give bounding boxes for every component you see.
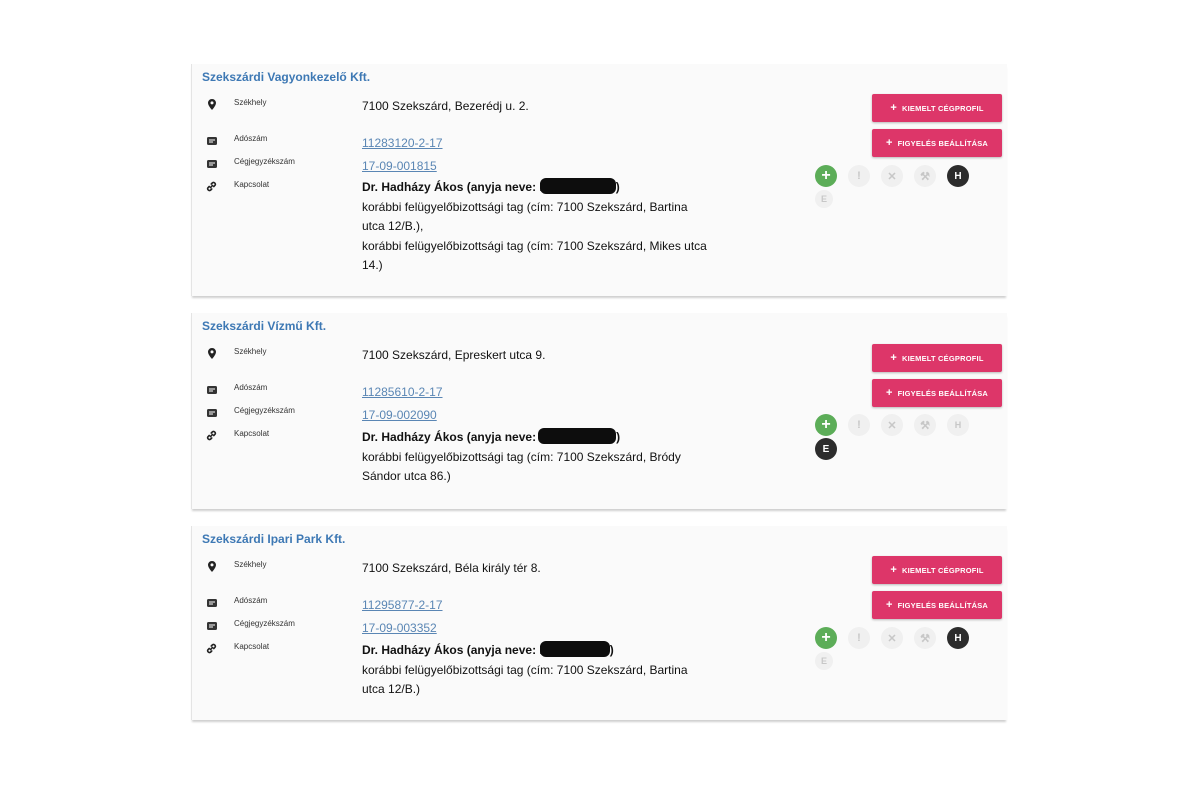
company-name-link[interactable]: Szekszárdi Vízmű Kft.: [202, 319, 326, 333]
id-card-icon: [206, 407, 217, 418]
hammer-icon[interactable]: ⚒: [914, 627, 936, 649]
link-icon: [206, 181, 217, 192]
id-card-icon: [206, 135, 217, 146]
exclamation-icon[interactable]: !: [848, 414, 870, 436]
tax-label: Adószám: [234, 134, 268, 143]
connection-text: Dr. Hadházy Ákos (anyja neve:) korábbi f…: [362, 428, 762, 487]
redaction-block: [539, 178, 616, 194]
close-icon[interactable]: ✕: [881, 627, 903, 649]
seat-value: 7100 Szekszárd, Béla király tér 8.: [362, 561, 541, 575]
id-card-icon: [206, 597, 217, 608]
exclamation-icon[interactable]: !: [848, 165, 870, 187]
reg-label: Cégjegyzékszám: [234, 406, 295, 415]
featured-profile-button[interactable]: + KIEMELT CÉGPROFIL: [872, 344, 1002, 372]
company-card: Szekszárdi Vagyonkezelő Kft. Székhely 71…: [191, 64, 1007, 296]
tax-number-link[interactable]: 11283120-2-17: [362, 136, 443, 150]
role-line: utca 12/B.),: [362, 219, 424, 233]
link-icon: [206, 430, 217, 441]
reg-number-link[interactable]: 17-09-001815: [362, 159, 437, 173]
add-icon[interactable]: +: [815, 414, 837, 436]
e-badge-icon[interactable]: E: [815, 652, 833, 670]
reg-number-link[interactable]: 17-09-002090: [362, 408, 437, 422]
set-watch-button[interactable]: + FIGYELÉS BEÁLLÍTÁSA: [872, 591, 1002, 619]
id-card-icon: [206, 384, 217, 395]
hammer-icon[interactable]: ⚒: [914, 414, 936, 436]
plus-icon: +: [890, 352, 898, 364]
h-badge-icon[interactable]: H: [947, 627, 969, 649]
seat-label: Székhely: [234, 560, 267, 569]
role-line: korábbi felügyelőbizottsági tag (cím: 71…: [362, 199, 688, 214]
plus-icon: +: [890, 102, 898, 114]
plus-icon: +: [885, 599, 893, 611]
hammer-icon[interactable]: ⚒: [914, 165, 936, 187]
connection-text: Dr. Hadházy Ákos (anyja neve: I) korábbi…: [362, 178, 762, 276]
h-badge-icon[interactable]: H: [947, 414, 969, 436]
map-pin-icon: [206, 348, 217, 359]
tax-number-link[interactable]: 11295877-2-17: [362, 598, 443, 612]
tax-number-link[interactable]: 11285610-2-17: [362, 385, 443, 399]
redaction-block: [538, 428, 617, 444]
seat-value: 7100 Szekszárd, Bezerédj u. 2.: [362, 99, 529, 113]
set-watch-button[interactable]: + FIGYELÉS BEÁLLÍTÁSA: [872, 129, 1002, 157]
id-card-icon: [206, 620, 217, 631]
e-badge-icon[interactable]: E: [815, 190, 833, 208]
role-line: utca 12/B.): [362, 682, 421, 696]
role-line: Sándor utca 86.): [362, 469, 451, 483]
role-line: korábbi felügyelőbizottsági tag (cím: 71…: [362, 238, 707, 253]
company-name-link[interactable]: Szekszárdi Ipari Park Kft.: [202, 532, 345, 546]
seat-label: Székhely: [234, 347, 267, 356]
person-name: Dr. Hadházy Ákos (anyja neve: I: [362, 180, 543, 194]
connection-label: Kapcsolat: [234, 180, 270, 189]
reg-number-link[interactable]: 17-09-003352: [362, 621, 437, 635]
set-watch-button[interactable]: + FIGYELÉS BEÁLLÍTÁSA: [872, 379, 1002, 407]
featured-profile-button[interactable]: + KIEMELT CÉGPROFIL: [872, 556, 1002, 584]
role-line: korábbi felügyelőbizottsági tag (cím: 71…: [362, 662, 688, 677]
h-badge-icon[interactable]: H: [947, 165, 969, 187]
plus-icon: +: [885, 387, 893, 399]
close-icon[interactable]: ✕: [881, 165, 903, 187]
plus-icon: +: [890, 564, 898, 576]
e-badge-icon[interactable]: E: [815, 438, 837, 460]
tax-label: Adószám: [234, 383, 268, 392]
role-line: korábbi felügyelőbizottsági tag (cím: 71…: [362, 449, 681, 464]
company-name-link[interactable]: Szekszárdi Vagyonkezelő Kft.: [202, 70, 370, 84]
person-name: Dr. Hadházy Ákos (anyja neve:: [362, 430, 537, 444]
connection-label: Kapcsolat: [234, 429, 270, 438]
map-pin-icon: [206, 99, 217, 110]
plus-icon: +: [885, 137, 893, 149]
featured-profile-button[interactable]: + KIEMELT CÉGPROFIL: [872, 94, 1002, 122]
company-card: Szekszárdi Ipari Park Kft. Székhely 7100…: [191, 526, 1007, 720]
link-icon: [206, 643, 217, 654]
reg-label: Cégjegyzékszám: [234, 157, 295, 166]
add-icon[interactable]: +: [815, 165, 837, 187]
company-card: Szekszárdi Vízmű Kft. Székhely 7100 Szek…: [191, 313, 1007, 509]
seat-value: 7100 Szekszárd, Epreskert utca 9.: [362, 348, 546, 362]
close-icon[interactable]: ✕: [881, 414, 903, 436]
redaction-block: [539, 641, 610, 657]
map-pin-icon: [206, 561, 217, 572]
add-icon[interactable]: +: [815, 627, 837, 649]
seat-label: Székhely: [234, 98, 267, 107]
connection-label: Kapcsolat: [234, 642, 270, 651]
id-card-icon: [206, 158, 217, 169]
tax-label: Adószám: [234, 596, 268, 605]
connection-text: Dr. Hadházy Ákos (anyja neve: I) korábbi…: [362, 641, 762, 700]
role-line: 14.): [362, 258, 383, 272]
reg-label: Cégjegyzékszám: [234, 619, 295, 628]
exclamation-icon[interactable]: !: [848, 627, 870, 649]
person-name: Dr. Hadházy Ákos (anyja neve: I: [362, 643, 543, 657]
